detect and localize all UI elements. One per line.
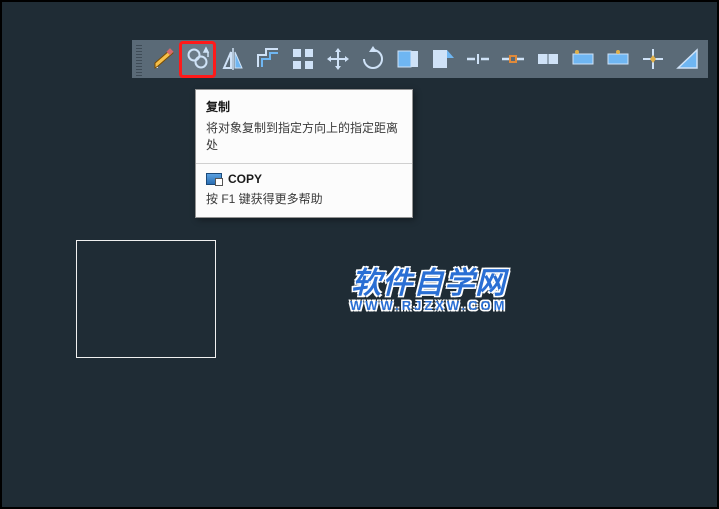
break-point-icon xyxy=(465,46,491,72)
join-tool[interactable] xyxy=(531,43,564,76)
drawing-canvas[interactable]: 复制 将对象复制到指定方向上的指定距离处 COPY 按 F1 键获得更多帮助 软… xyxy=(0,0,719,509)
drawn-rectangle[interactable] xyxy=(76,240,216,358)
tooltip-command-row: COPY xyxy=(206,172,402,186)
tooltip-popup: 复制 将对象复制到指定方向上的指定距离处 COPY 按 F1 键获得更多帮助 xyxy=(195,89,413,218)
extend-icon xyxy=(430,46,456,72)
tooltip-help-text: 按 F1 键获得更多帮助 xyxy=(206,190,402,207)
move-tool-2[interactable] xyxy=(321,43,354,76)
join-icon xyxy=(535,46,561,72)
explode-tool[interactable] xyxy=(636,43,669,76)
offset-icon xyxy=(255,46,281,72)
watermark-main: 软件自学网 xyxy=(350,268,507,300)
move-arrows-icon xyxy=(325,46,351,72)
scale-icon xyxy=(675,46,701,72)
copy-tool[interactable] xyxy=(181,43,214,76)
fillet-tool[interactable] xyxy=(601,43,634,76)
explode-icon xyxy=(640,46,666,72)
watermark: 软件自学网 WWW.RJZXW.COM xyxy=(350,268,507,313)
command-icon xyxy=(206,173,222,185)
rotate-tool[interactable] xyxy=(356,43,389,76)
break-point-tool[interactable] xyxy=(461,43,494,76)
array-icon xyxy=(290,46,316,72)
mirror-icon xyxy=(220,46,246,72)
trim-tool[interactable] xyxy=(391,43,424,76)
offset-tool[interactable] xyxy=(251,43,284,76)
scale-tool[interactable] xyxy=(671,43,704,76)
move-tool[interactable] xyxy=(146,43,179,76)
rotate-icon xyxy=(360,46,386,72)
chamfer-tool[interactable] xyxy=(566,43,599,76)
tooltip-command-label: COPY xyxy=(228,172,262,186)
chamfer-a-icon xyxy=(570,46,596,72)
modify-toolbar xyxy=(132,40,708,78)
array-tool[interactable] xyxy=(286,43,319,76)
mirror-tool[interactable] xyxy=(216,43,249,76)
tooltip-description: 将对象复制到指定方向上的指定距离处 xyxy=(206,119,402,153)
tooltip-title: 复制 xyxy=(206,98,402,115)
break-tool[interactable] xyxy=(496,43,529,76)
toolbar-handle[interactable] xyxy=(136,43,142,76)
fillet-b-icon xyxy=(605,46,631,72)
move-pencil-icon xyxy=(150,46,176,72)
extend-tool[interactable] xyxy=(426,43,459,76)
break-icon xyxy=(500,46,526,72)
trim-icon xyxy=(395,46,421,72)
watermark-sub: WWW.RJZXW.COM xyxy=(350,298,507,313)
copy-circles-icon xyxy=(185,46,211,72)
